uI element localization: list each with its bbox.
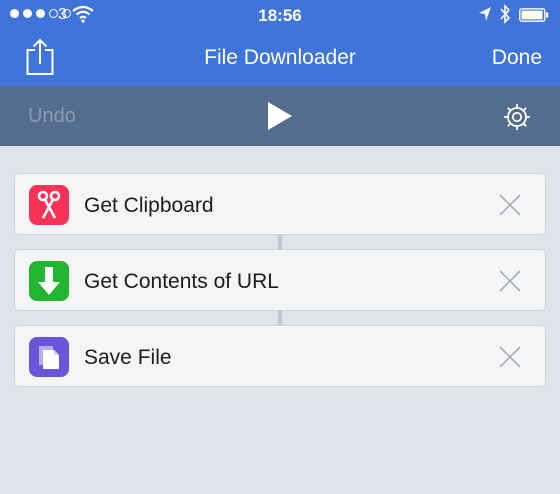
action-label: Get Contents of URL — [84, 270, 279, 293]
undo-button[interactable]: Undo — [28, 105, 76, 128]
location-arrow-icon — [479, 7, 491, 21]
close-icon[interactable] — [499, 270, 521, 292]
top-bar: 3 18:56 File Downloader Done — [0, 0, 560, 86]
gear-icon[interactable] — [502, 102, 532, 132]
action-save-file[interactable]: Save File — [14, 325, 546, 387]
close-icon[interactable] — [499, 346, 521, 368]
workflow-title: File Downloader — [204, 46, 356, 69]
action-connector — [278, 311, 282, 325]
play-icon[interactable] — [266, 101, 294, 131]
workflow-toolbar: Undo — [0, 86, 560, 146]
battery-icon — [519, 8, 549, 22]
action-get-contents-of-url[interactable]: Get Contents of URL — [14, 249, 546, 311]
bluetooth-icon — [500, 4, 511, 24]
status-time: 18:56 — [258, 6, 302, 25]
action-connector — [278, 235, 282, 249]
close-icon[interactable] — [499, 194, 521, 216]
scissors-icon — [29, 185, 69, 225]
done-button[interactable]: Done — [492, 46, 542, 70]
file-icon — [29, 337, 69, 377]
navigation-bar: File Downloader Done — [0, 30, 560, 86]
action-label: Save File — [84, 346, 172, 369]
status-bar: 3 18:56 — [0, 0, 560, 30]
action-get-clipboard[interactable]: Get Clipboard — [14, 173, 546, 235]
action-label: Get Clipboard — [84, 194, 214, 217]
download-arrow-icon — [29, 261, 69, 301]
